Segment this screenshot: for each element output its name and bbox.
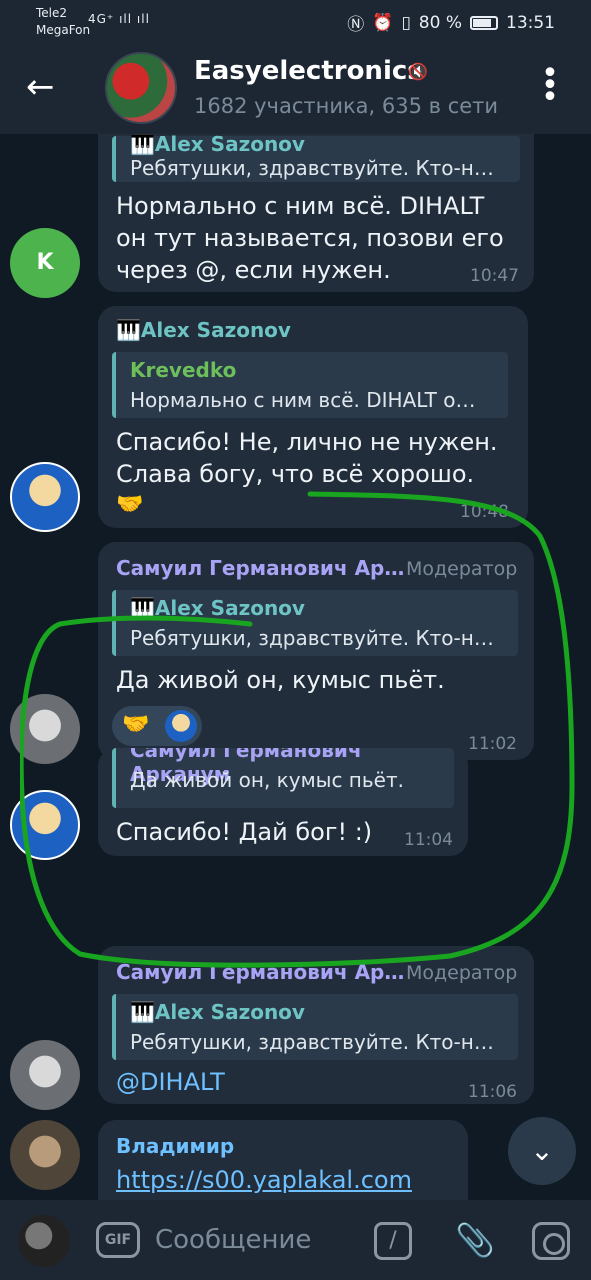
signal-icon: 4G⁺ ıll ıll	[88, 12, 150, 26]
avatar[interactable]: K	[10, 228, 80, 298]
reply-author: 🎹Alex Sazonov	[130, 1000, 305, 1024]
vibrate-icon: ▯	[401, 12, 411, 33]
send-as-avatar[interactable]	[18, 1215, 70, 1267]
gif-button[interactable]: GIF	[96, 1222, 140, 1258]
muted-icon: 🔇	[408, 62, 428, 81]
carrier-info: Tele2 MegaFon	[36, 5, 90, 39]
reply-preview[interactable]: 🎹Alex Sazonov Ребятушки, здравствуйте. К…	[112, 994, 518, 1060]
reply-preview[interactable]: Krevedko Нормально с ним всё. DIHALT о…	[112, 352, 508, 418]
carrier-2: MegaFon	[36, 23, 91, 37]
paperclip-icon[interactable]: 📎	[455, 1220, 495, 1260]
avatar[interactable]	[10, 1040, 80, 1110]
message-text: Нормально с ним всё. DIHALT	[116, 192, 485, 220]
avatar[interactable]	[10, 1120, 80, 1190]
nfc-icon: Ⓝ	[347, 15, 365, 35]
reply-author: 🎹Alex Sazonov	[130, 134, 305, 156]
status-right: Ⓝ ⏰ ▯ 80 % 13:51	[347, 10, 555, 36]
reply-text: Нормально с ним всё. DIHALT о…	[130, 388, 476, 412]
highlight-annotation	[20, 491, 575, 968]
chevron-down-icon[interactable]: ⌄	[508, 1117, 576, 1185]
chat-header: ← Easyelectronics 🔇 1682 участника, 635 …	[0, 44, 591, 134]
mention-link[interactable]: @DIHALT	[116, 1068, 225, 1096]
status-bar: Tele2 MegaFon 4G⁺ ıll ıll Ⓝ ⏰ ▯ 80 % 13:…	[0, 0, 591, 44]
group-title[interactable]: Easyelectronics	[194, 56, 423, 86]
reply-preview[interactable]: 🎹Alex Sazonov Ребятушки, здравствуйте. К…	[112, 134, 520, 182]
sender-name[interactable]: 🎹Alex Sazonov	[116, 318, 291, 342]
message-time: 11:06	[468, 1082, 517, 1102]
message-bubble[interactable]: Владимир https://s00.yaplakal.com	[98, 1120, 468, 1200]
group-avatar[interactable]	[105, 52, 177, 124]
reply-text: Ребятушки, здравствуйте. Кто-н…	[130, 156, 494, 180]
clock: 13:51	[506, 12, 555, 33]
alarm-icon: ⏰	[372, 12, 394, 33]
back-arrow-icon[interactable]: ←	[26, 64, 66, 110]
reply-author: Krevedko	[130, 358, 237, 382]
message-text: через @, если нужен.	[116, 256, 391, 284]
message-link[interactable]: https://s00.yaplakal.com	[116, 1166, 412, 1194]
battery-icon	[470, 15, 498, 30]
message-text: он тут называется, позови его	[116, 224, 504, 252]
carrier-1: Tele2	[36, 6, 68, 20]
bot-commands-icon[interactable]: /	[374, 1222, 412, 1260]
message-list[interactable]: 🎹Alex Sazonov Ребятушки, здравствуйте. К…	[0, 134, 591, 1200]
camera-icon[interactable]	[532, 1222, 570, 1260]
message-text: Спасибо! Не, лично не нужен.	[116, 428, 498, 456]
message-bubble[interactable]: 🎹Alex Sazonov Ребятушки, здравствуйте. К…	[98, 134, 534, 292]
group-subtitle: 1682 участника, 635 в сети	[194, 94, 499, 118]
message-time: 10:47	[470, 266, 519, 286]
sender-name[interactable]: Владимир	[116, 1134, 234, 1158]
more-vertical-icon[interactable]: • • •	[540, 59, 560, 113]
reply-text: Ребятушки, здравствуйте. Кто-н…	[130, 1030, 494, 1054]
message-composer: GIF / 📎	[0, 1200, 591, 1280]
battery-level: 80 %	[418, 12, 462, 33]
message-input[interactable]	[155, 1220, 355, 1260]
